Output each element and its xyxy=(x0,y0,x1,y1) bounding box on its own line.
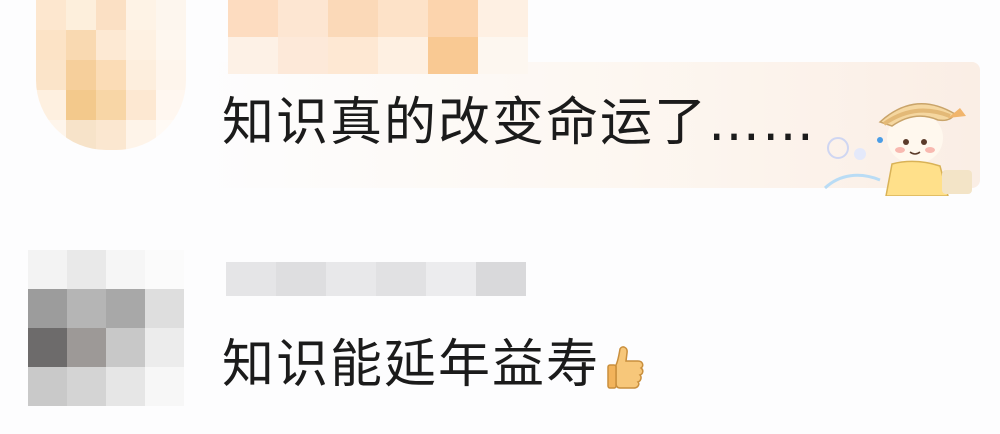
username-pixel xyxy=(328,37,378,74)
avatar-pixel xyxy=(126,90,156,120)
avatar-pixel xyxy=(96,30,126,60)
avatar-pixel xyxy=(66,120,96,150)
comment-item: 知识真的改变命运了…… xyxy=(0,0,1000,210)
avatar-pixel xyxy=(28,367,67,406)
comment-text: 知识能延年益寿 xyxy=(222,334,646,396)
avatar-pixel xyxy=(106,367,145,406)
avatar-pixel xyxy=(96,0,126,30)
comment-text-content: 知识能延年益寿 xyxy=(222,335,601,395)
avatar-pixel xyxy=(36,120,66,150)
avatar-pixel xyxy=(156,30,186,60)
avatar-pixel xyxy=(28,328,67,367)
username-pixel xyxy=(278,0,328,37)
avatar[interactable] xyxy=(36,0,186,150)
avatar-pixel xyxy=(28,289,67,328)
avatar-pixel xyxy=(96,120,126,150)
avatar-pixel xyxy=(156,60,186,90)
username-pixel xyxy=(478,0,528,37)
username-pixel xyxy=(226,262,276,296)
username-pixel xyxy=(326,262,376,296)
avatar-pixel xyxy=(66,0,96,30)
avatar-pixel xyxy=(145,367,184,406)
avatar-pixel xyxy=(96,60,126,90)
username-pixel xyxy=(478,37,528,74)
username-pixel xyxy=(376,262,426,296)
avatar-pixel xyxy=(106,250,145,289)
username-pixel xyxy=(228,0,278,37)
avatar-pixel xyxy=(67,289,106,328)
avatar-pixel xyxy=(126,30,156,60)
avatar-pixel xyxy=(96,90,126,120)
username-blurred[interactable] xyxy=(226,262,526,296)
username-pixel xyxy=(428,0,478,37)
username-pixel xyxy=(276,262,326,296)
avatar-pixel xyxy=(36,0,66,30)
avatar-pixel xyxy=(66,30,96,60)
username-pixel xyxy=(378,0,428,37)
avatar-pixel xyxy=(126,0,156,30)
username-pixel xyxy=(378,37,428,74)
username-pixel xyxy=(476,262,526,296)
avatar-pixel xyxy=(66,60,96,90)
cartoon-hat-girl-sticker xyxy=(823,103,972,196)
avatar-pixel xyxy=(145,250,184,289)
sparkle-icon xyxy=(823,137,883,190)
username-pixel xyxy=(428,37,478,74)
username-pixel xyxy=(228,37,278,74)
avatar-pixel xyxy=(36,30,66,60)
avatar-pixel xyxy=(145,328,184,367)
avatar-pixel xyxy=(67,367,106,406)
username-pixel xyxy=(328,0,378,37)
avatar[interactable] xyxy=(28,250,184,406)
username-pixel xyxy=(278,37,328,74)
avatar-pixel xyxy=(36,90,66,120)
avatar-pixel xyxy=(126,60,156,90)
avatar-pixel xyxy=(28,250,67,289)
avatar-pixel xyxy=(67,250,106,289)
avatar-pixel xyxy=(156,90,186,120)
thumbs-up-icon xyxy=(607,346,644,389)
avatar-pixel xyxy=(156,120,186,150)
avatar-pixel xyxy=(106,289,145,328)
avatar-pixel xyxy=(36,60,66,90)
comment-text: 知识真的改变命运了…… xyxy=(222,93,817,153)
avatar-pixel xyxy=(126,120,156,150)
avatar-pixel xyxy=(106,328,145,367)
username-pixel xyxy=(426,262,476,296)
avatar-pixel xyxy=(67,328,106,367)
comment-item: 知识能延年益寿 xyxy=(0,210,1000,434)
avatar-pixel xyxy=(145,289,184,328)
avatar-pixel xyxy=(156,0,186,30)
username-blurred[interactable] xyxy=(228,0,528,74)
avatar-pixel xyxy=(66,90,96,120)
